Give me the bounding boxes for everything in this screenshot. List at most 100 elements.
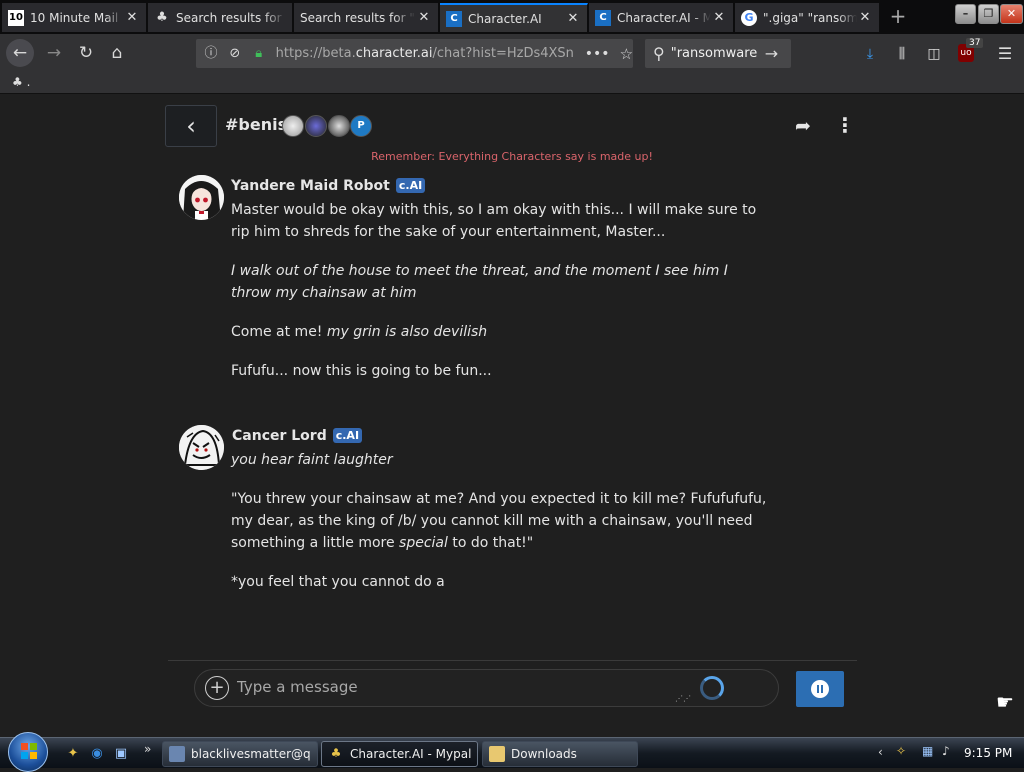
cai-badge: c.AI [395, 178, 426, 193]
close-tab-icon[interactable]: ✕ [416, 10, 432, 25]
tab-10-minute-mail[interactable]: 10 10 Minute Mail ✕ [2, 3, 147, 32]
quicklaunch-icon[interactable]: ◉ [88, 745, 106, 763]
tray-app-icon[interactable]: ✧ [896, 744, 906, 758]
tab-title: 10 Minute Mail [30, 10, 119, 25]
composer-divider [168, 660, 857, 661]
mouse-cursor-icon: ☛ [996, 690, 1014, 714]
taskbar-label: Character.AI - Mypal [350, 747, 471, 761]
search-go-icon[interactable]: → [765, 44, 778, 63]
cancer-lord-portrait-icon [179, 425, 224, 470]
message-input[interactable] [237, 678, 637, 696]
author-name: Cancer Lord [232, 428, 327, 444]
folder-icon [489, 746, 505, 762]
tab-title: Character.AI - Mypal [617, 10, 711, 25]
participant-avatar[interactable] [328, 115, 350, 137]
tab-search-ca[interactable]: Search results for "ca ✕ [294, 3, 439, 32]
taskbar-item-email[interactable]: blacklivesmatter@q... [162, 741, 318, 767]
tab-characterai-mypal[interactable]: C Character.AI - Mypal ✕ [589, 3, 734, 32]
forward-button[interactable]: → [40, 39, 68, 67]
avatar-cancer-lord[interactable] [179, 425, 224, 470]
more-options-icon[interactable]: ⋮ [835, 113, 855, 137]
taskbar-label: Downloads [511, 747, 577, 761]
show-desktop-icon[interactable]: ▣ [112, 745, 130, 763]
disclaimer-text: Remember: Everything Characters say is m… [371, 150, 653, 163]
reload-button[interactable]: ↻ [72, 39, 100, 67]
taskbar-item-downloads[interactable]: Downloads [482, 741, 638, 767]
message-body: Master would be okay with this, so I am … [231, 199, 771, 399]
windows-logo-icon [21, 743, 37, 759]
browser-tab-bar: 10 10 Minute Mail ✕ ♣ Search results for… [0, 0, 1024, 34]
characterai-icon: C [446, 10, 462, 27]
close-tab-icon[interactable]: ✕ [711, 10, 727, 25]
app-icon [169, 746, 185, 762]
minimize-button[interactable]: – [955, 4, 976, 24]
resize-grip-icon[interactable]: ⋰⋰ [675, 694, 691, 703]
volume-icon[interactable]: ♪ [942, 744, 950, 758]
bookmarks-toolbar: ♣ . [0, 72, 1024, 94]
bookmark-star-icon[interactable]: ☆ [620, 45, 633, 63]
tab-characterai[interactable]: C Character.AI ✕ [440, 3, 588, 32]
message-author: Yandere Maid Robot c.AI [231, 178, 426, 194]
tray-expand-icon[interactable]: ‹ [878, 745, 883, 759]
bookmark-favicon-icon: ♣ [12, 75, 27, 89]
taskbar-clock[interactable]: 9:15 PM [964, 746, 1012, 760]
chat-page: ‹ #benis P ➦ ⋮ Remember: Everything Char… [0, 95, 1024, 737]
ten-minute-mail-icon: 10 [8, 9, 24, 26]
menu-icon[interactable]: ☰ [995, 44, 1015, 64]
bookmark-label: . [26, 75, 31, 89]
message-paragraph: Fufufu... now this is going to be fun... [231, 363, 492, 379]
message-span-italic: special [399, 535, 448, 551]
clover-icon: ♣ [156, 10, 168, 25]
quicklaunch-icon[interactable]: ✦ [64, 745, 82, 763]
stop-generation-button[interactable] [796, 671, 844, 707]
sidebar-icon[interactable]: ◫ [924, 44, 944, 64]
url-host: character.ai [355, 46, 433, 61]
google-icon: G [741, 9, 757, 26]
chat-back-button[interactable]: ‹ [165, 105, 217, 147]
lock-icon[interactable]: 🔒︎ [250, 45, 268, 63]
new-tab-button[interactable]: + [886, 5, 910, 29]
maid-portrait-icon [179, 175, 224, 220]
close-tab-icon[interactable]: ✕ [124, 10, 140, 25]
message-span: to do that!" [447, 535, 534, 551]
mypal-icon: ♣ [330, 746, 342, 760]
search-input[interactable]: "ransomware [671, 46, 761, 61]
taskbar-label: blacklivesmatter@q... [191, 747, 311, 761]
participant-avatar[interactable] [282, 115, 304, 137]
bookmark-item[interactable]: ♣ . [12, 75, 30, 89]
close-tab-icon[interactable]: ✕ [565, 11, 581, 26]
chat-header: ‹ #benis P ➦ ⋮ [165, 103, 860, 149]
participant-avatar[interactable] [305, 115, 327, 137]
message-paragraph: you hear faint laughter [231, 452, 393, 468]
back-button[interactable]: ← [6, 39, 34, 67]
library-icon[interactable]: ⫼ [892, 44, 912, 64]
tab-title: Search results for "ransomware" [176, 10, 286, 25]
home-button[interactable]: ⌂ [103, 39, 131, 67]
taskbar-item-mypal[interactable]: ♣ Character.AI - Mypal [321, 741, 478, 767]
message-paragraph: *you feel that you cannot do a [231, 574, 445, 590]
downloads-icon[interactable]: ⤓ [860, 44, 880, 64]
search-bar[interactable]: ⚲ "ransomware → [645, 39, 791, 68]
url-bar[interactable]: ⓘ ⊘ 🔒︎ https://beta.character.ai/chat?hi… [196, 39, 633, 68]
close-tab-icon[interactable]: ✕ [857, 10, 873, 25]
add-attachment-icon[interactable]: + [205, 676, 229, 700]
info-icon[interactable]: ⓘ [202, 45, 220, 63]
share-icon[interactable]: ➦ [795, 115, 811, 137]
message-author: Cancer Lord c.AI [232, 428, 363, 444]
tab-search-ransomware[interactable]: ♣ Search results for "ransomware" [148, 3, 293, 32]
characterai-icon: C [595, 9, 611, 26]
participant-avatar-p[interactable]: P [350, 115, 372, 137]
restore-button[interactable]: ❐ [978, 4, 999, 24]
message-paragraph: Master would be okay with this, so I am … [231, 202, 757, 240]
quicklaunch-more-icon[interactable]: » [144, 742, 151, 756]
tab-google-giga[interactable]: G ".giga" "ransomware" ✕ [735, 3, 880, 32]
tracking-protection-icon[interactable]: ⊘ [226, 45, 244, 63]
close-window-button[interactable]: ✕ [1000, 4, 1023, 24]
avatar-yandere-maid-robot[interactable] [179, 175, 224, 220]
start-button[interactable] [8, 732, 48, 772]
room-title: #benis [225, 115, 288, 134]
search-icon: ⚲ [653, 44, 665, 63]
url-text[interactable]: https://beta.character.ai/chat?hist=HzDs… [276, 46, 579, 61]
network-icon[interactable]: ▦ [922, 744, 933, 758]
page-actions-icon[interactable]: ••• [585, 46, 610, 62]
